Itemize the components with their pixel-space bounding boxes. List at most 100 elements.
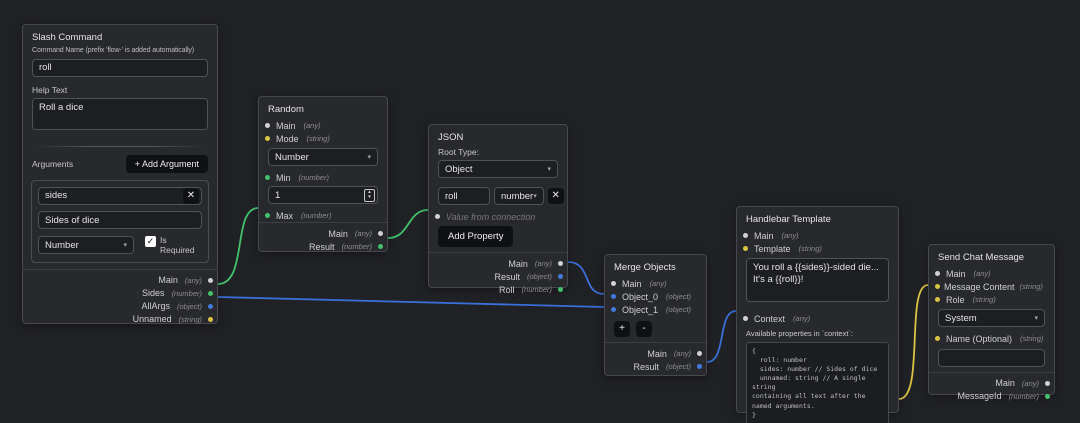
divider xyxy=(37,145,203,147)
port-dot[interactable] xyxy=(611,307,616,312)
input-main: Main (any) xyxy=(605,277,706,290)
port-dot[interactable] xyxy=(1045,393,1050,399)
port-dot[interactable] xyxy=(743,233,748,238)
port-dot[interactable] xyxy=(378,231,383,236)
template-input[interactable]: You roll a {{sides}}-sided die... It's a… xyxy=(746,258,889,302)
root-type-dropdown[interactable]: Object ▾ xyxy=(438,160,558,178)
node-send-chat-message[interactable]: Send Chat Message Main (any) Message Con… xyxy=(928,244,1055,401)
property-key-input[interactable] xyxy=(438,187,490,205)
port-dot[interactable] xyxy=(208,303,213,309)
port-dot[interactable] xyxy=(697,351,702,356)
add-property-button[interactable]: Add Property xyxy=(438,226,514,247)
port-dot[interactable] xyxy=(558,274,563,279)
output-sides: Sides (number) xyxy=(23,287,217,300)
chevron-down-icon: ▾ xyxy=(533,193,537,200)
wire-slash-sides-to-random-max[interactable] xyxy=(217,207,259,285)
node-title: JSON xyxy=(438,132,464,143)
node-json[interactable]: JSON Root Type: Object ▾ number ▾ ✕ Valu… xyxy=(428,124,568,295)
port-dot[interactable] xyxy=(935,271,940,276)
port-dot[interactable] xyxy=(208,290,213,296)
wire-slash-allargs-to-merge-object1[interactable] xyxy=(217,296,605,308)
outputs-section: Main (any) Result (object) Roll (number) xyxy=(429,252,567,296)
wire-json-result-to-merge-object0[interactable] xyxy=(567,261,605,295)
port-dot[interactable] xyxy=(611,281,616,286)
port-dot[interactable] xyxy=(208,277,213,283)
chevron-down-icon: ▾ xyxy=(123,242,127,249)
port-dot[interactable] xyxy=(697,364,702,369)
port-dot[interactable] xyxy=(611,294,616,299)
chevron-down-icon: ▾ xyxy=(1034,315,1038,322)
is-required-checkbox[interactable]: ✓ xyxy=(145,236,156,247)
port-dot[interactable] xyxy=(208,316,213,322)
add-object-button[interactable]: + xyxy=(614,321,630,337)
property-type-dropdown[interactable]: number ▾ xyxy=(494,187,544,205)
wire-random-result-to-json-value[interactable] xyxy=(387,209,429,239)
port-dot[interactable] xyxy=(265,175,270,180)
argument-name-input[interactable]: sides xyxy=(45,190,183,201)
input-mode: Mode (string) xyxy=(259,132,387,145)
wire-handlebar-result-to-message-content[interactable] xyxy=(898,284,929,400)
node-random[interactable]: Random Main (any) Mode (string) Number ▾… xyxy=(258,96,388,252)
add-argument-button[interactable]: + Add Argument xyxy=(125,154,208,173)
wire-merge-result-to-handlebar-context[interactable] xyxy=(706,310,737,363)
remove-property-button[interactable]: ✕ xyxy=(547,188,564,204)
port-dot[interactable] xyxy=(743,316,748,321)
input-template: Template (string) xyxy=(737,242,898,255)
number-stepper[interactable]: ▲ ▼ xyxy=(364,188,375,202)
output-main: Main (any) xyxy=(23,274,217,287)
port-dot[interactable] xyxy=(558,287,563,292)
output-main: Main (any) xyxy=(429,257,567,270)
port-dot[interactable] xyxy=(935,284,940,289)
close-icon: ✕ xyxy=(186,189,196,201)
argument-type-dropdown[interactable]: Number ▾ xyxy=(38,236,134,254)
node-title: Handlebar Template xyxy=(746,214,831,225)
close-icon: ✕ xyxy=(551,190,560,201)
output-result: Result (object) xyxy=(429,270,567,283)
chevron-down-icon: ▼ xyxy=(367,194,372,199)
input-main: Main (any) xyxy=(259,119,387,132)
name-input[interactable] xyxy=(938,348,1045,367)
node-title: Random xyxy=(268,104,304,115)
port-dot[interactable] xyxy=(265,136,270,141)
help-text-input[interactable]: Roll a dice xyxy=(32,97,208,130)
port-dot[interactable] xyxy=(558,261,563,266)
port-dot[interactable] xyxy=(265,123,270,128)
root-type-label: Root Type: xyxy=(438,147,479,157)
port-dot[interactable] xyxy=(935,297,940,302)
node-merge-objects[interactable]: Merge Objects Main (any) Object_0 (objec… xyxy=(604,254,707,376)
port-dot[interactable] xyxy=(1045,380,1050,386)
node-handlebar-template[interactable]: Handlebar Template Main (any) Template (… xyxy=(736,206,899,423)
input-role: Role (string) xyxy=(929,293,1054,306)
output-result: Result (object) xyxy=(605,360,706,373)
mode-dropdown[interactable]: Number ▾ xyxy=(268,148,378,166)
remove-argument-button[interactable]: ✕ xyxy=(183,187,199,204)
port-dot[interactable] xyxy=(265,213,270,218)
node-title: Send Chat Message xyxy=(938,252,1025,263)
command-name-input[interactable] xyxy=(32,58,208,77)
argument-card: sides ✕ Number ▾ ✓ Is Required xyxy=(31,179,209,263)
input-property-value: Value from connection xyxy=(429,210,567,223)
min-value-input[interactable]: 1 xyxy=(275,190,364,201)
port-dot[interactable] xyxy=(743,246,748,251)
input-main: Main (any) xyxy=(737,229,898,242)
remove-object-button[interactable]: - xyxy=(636,321,652,337)
argument-description-input[interactable] xyxy=(38,211,202,229)
role-dropdown[interactable]: System ▾ xyxy=(938,309,1045,327)
port-dot[interactable] xyxy=(435,214,440,219)
input-message-content: Message Content (string) xyxy=(929,280,1054,293)
port-dot[interactable] xyxy=(378,244,383,249)
arguments-label: Arguments xyxy=(32,158,74,169)
outputs-section: Main (any) Sides (number) AllArgs (objec… xyxy=(23,268,217,326)
flow-canvas[interactable]: Slash Command Command Name (prefix 'flow… xyxy=(0,0,1080,423)
input-main: Main (any) xyxy=(929,267,1054,280)
output-main: Main (any) xyxy=(929,377,1054,390)
output-main: Main (any) xyxy=(259,227,387,240)
output-allargs: AllArgs (object) xyxy=(23,300,217,313)
port-dot[interactable] xyxy=(935,336,940,341)
is-required-label: Is Required xyxy=(160,235,195,255)
node-title: Slash Command xyxy=(32,32,103,43)
output-result: Result (number) xyxy=(259,240,387,253)
output-messageid: MessageId (number) xyxy=(929,390,1054,403)
available-properties-label: Available properties in `context`: xyxy=(746,329,853,338)
node-slash-command[interactable]: Slash Command Command Name (prefix 'flow… xyxy=(22,24,218,324)
